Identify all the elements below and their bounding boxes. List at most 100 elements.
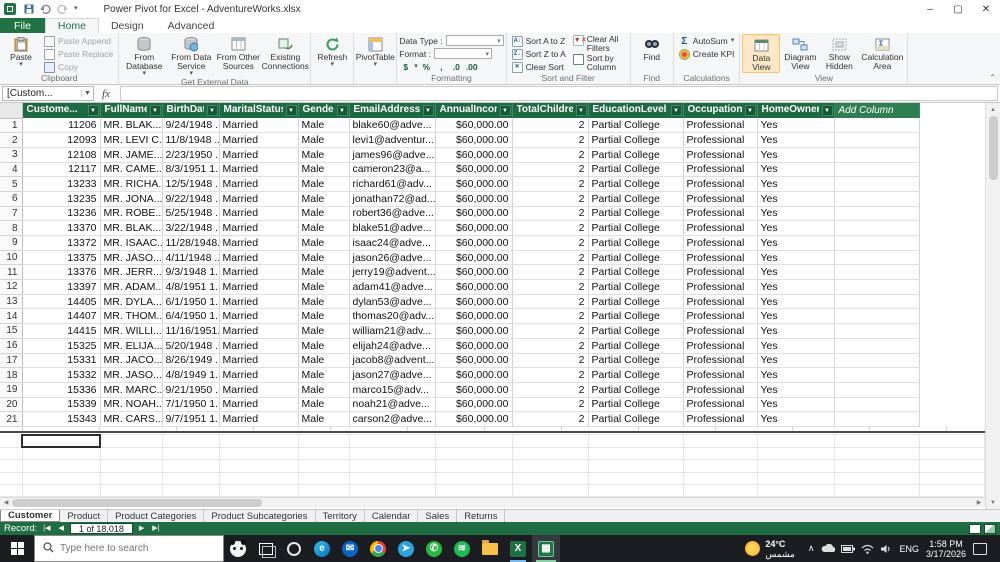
- cell[interactable]: 15332: [22, 367, 101, 383]
- cell[interactable]: jason27@adve...: [349, 367, 436, 383]
- cell[interactable]: 2: [512, 191, 589, 207]
- name-box-caret-icon[interactable]: ▼: [81, 90, 93, 97]
- measure-cell[interactable]: [99, 446, 163, 461]
- measure-cell[interactable]: [218, 446, 299, 461]
- column-header-7[interactable]: TotalChildren▼: [512, 103, 589, 118]
- row-number[interactable]: 12: [0, 279, 23, 295]
- calculation-area-button[interactable]: Σ Calculation Area: [859, 34, 905, 73]
- search-input[interactable]: [60, 543, 200, 554]
- row-number[interactable]: 15: [0, 323, 23, 339]
- cell[interactable]: 15325: [22, 338, 101, 354]
- cell[interactable]: Male: [298, 118, 350, 134]
- cell[interactable]: Partial College: [588, 353, 684, 369]
- cell[interactable]: Partial College: [588, 191, 684, 207]
- measure-cell[interactable]: [161, 446, 220, 461]
- cell[interactable]: 2: [512, 367, 589, 383]
- cell[interactable]: $60,000.00: [435, 132, 513, 148]
- row-number[interactable]: 19: [0, 382, 23, 398]
- edge-browser-icon[interactable]: e: [308, 535, 336, 562]
- cell[interactable]: Professional: [683, 367, 758, 383]
- measure-cell[interactable]: [21, 446, 101, 461]
- measure-cell[interactable]: [434, 471, 513, 486]
- column-header-0[interactable]: Custome... ▼: [22, 103, 101, 118]
- column-header-9[interactable]: Occupation ▼: [683, 103, 758, 118]
- sheet-tab-calendar[interactable]: Calendar: [365, 510, 419, 522]
- cell[interactable]: 2: [512, 206, 589, 222]
- cell[interactable]: Professional: [683, 323, 758, 339]
- cell[interactable]: Professional: [683, 176, 758, 192]
- cell[interactable]: $60,000.00: [435, 220, 513, 236]
- save-icon[interactable]: [24, 4, 34, 14]
- status-diagram-view-icon[interactable]: [984, 523, 996, 534]
- tab-file[interactable]: File: [0, 18, 45, 33]
- measure-cell[interactable]: [434, 446, 513, 461]
- cell[interactable]: Yes: [757, 382, 835, 398]
- cell[interactable]: 13233: [22, 176, 101, 192]
- cell[interactable]: Partial College: [588, 294, 684, 310]
- cell[interactable]: 2: [512, 411, 589, 427]
- percent-format-button[interactable]: %: [420, 61, 433, 73]
- cell[interactable]: Married: [219, 206, 299, 222]
- paste-button[interactable]: Paste ▾: [2, 34, 40, 73]
- filter-dropdown-icon[interactable]: ▼: [670, 105, 682, 116]
- add-column-cell[interactable]: [834, 264, 920, 281]
- measure-cell[interactable]: [21, 459, 101, 473]
- weather-widget[interactable]: 24°C مشمس: [739, 539, 801, 559]
- cell[interactable]: Yes: [757, 191, 835, 207]
- cell[interactable]: Married: [219, 162, 299, 178]
- add-column-cell[interactable]: [834, 323, 920, 339]
- measure-cell[interactable]: [297, 459, 350, 473]
- cell[interactable]: Male: [298, 411, 350, 427]
- cell[interactable]: Male: [298, 323, 350, 339]
- data-type-dropdown[interactable]: ▾: [445, 35, 504, 46]
- cell[interactable]: MR. JACO...: [100, 353, 163, 369]
- cell[interactable]: Partial College: [588, 382, 684, 398]
- cell[interactable]: Married: [219, 250, 299, 266]
- cell[interactable]: Professional: [683, 294, 758, 310]
- cell[interactable]: elijah24@adve...: [349, 338, 436, 354]
- cell[interactable]: 2: [512, 382, 589, 398]
- cell[interactable]: Professional: [683, 264, 758, 281]
- cell[interactable]: 2/23/1950 ...: [162, 147, 220, 163]
- measure-cell[interactable]: [833, 446, 920, 461]
- cell[interactable]: Partial College: [588, 397, 684, 413]
- cell[interactable]: $60,000.00: [435, 338, 513, 354]
- tab-home[interactable]: Home: [44, 18, 99, 33]
- measure-cell[interactable]: [511, 434, 589, 448]
- cell[interactable]: Yes: [757, 235, 835, 251]
- cell[interactable]: Professional: [683, 191, 758, 207]
- cell[interactable]: 15343: [22, 411, 101, 427]
- cell[interactable]: jacob8@advent...: [349, 353, 436, 369]
- cell[interactable]: $60,000.00: [435, 191, 513, 207]
- format-dropdown[interactable]: ▾: [433, 48, 492, 59]
- cell[interactable]: 9/3/1948 1...: [162, 264, 220, 281]
- measure-cell[interactable]: [434, 483, 513, 498]
- autosum-button[interactable]: Σ AutoSum ▾: [676, 35, 738, 47]
- decrease-decimal-button[interactable]: .00: [465, 61, 479, 73]
- cell[interactable]: noah21@adve...: [349, 397, 436, 413]
- cell[interactable]: 2: [512, 308, 589, 325]
- measure-cell[interactable]: [99, 434, 163, 448]
- fx-icon[interactable]: fx: [94, 85, 118, 102]
- tab-advanced[interactable]: Advanced: [156, 18, 227, 33]
- cell[interactable]: cameron23@a...: [349, 162, 436, 178]
- cell[interactable]: Male: [298, 147, 350, 163]
- scroll-down-icon[interactable]: ▼: [990, 496, 996, 509]
- previous-record-icon[interactable]: ◀: [56, 524, 65, 534]
- taskbar-search[interactable]: [34, 535, 224, 562]
- cell[interactable]: Partial College: [588, 176, 684, 192]
- add-column-cell[interactable]: [834, 162, 920, 178]
- cell[interactable]: Professional: [683, 147, 758, 163]
- row-number[interactable]: 16: [0, 338, 23, 354]
- cell[interactable]: Yes: [757, 264, 835, 281]
- formula-input[interactable]: [120, 86, 998, 101]
- cell[interactable]: Partial College: [588, 279, 684, 295]
- taskbar-clock[interactable]: 1:58 PM 3/17/2026: [926, 539, 966, 559]
- clear-sort-button[interactable]: ✕ Clear Sort: [509, 61, 569, 73]
- row-number[interactable]: 7: [0, 206, 23, 222]
- cell[interactable]: Professional: [683, 250, 758, 266]
- cell[interactable]: Male: [298, 367, 350, 383]
- cell[interactable]: Male: [298, 162, 350, 178]
- cell[interactable]: MR. JASO...: [100, 250, 163, 266]
- filter-dropdown-icon[interactable]: ▼: [744, 105, 756, 116]
